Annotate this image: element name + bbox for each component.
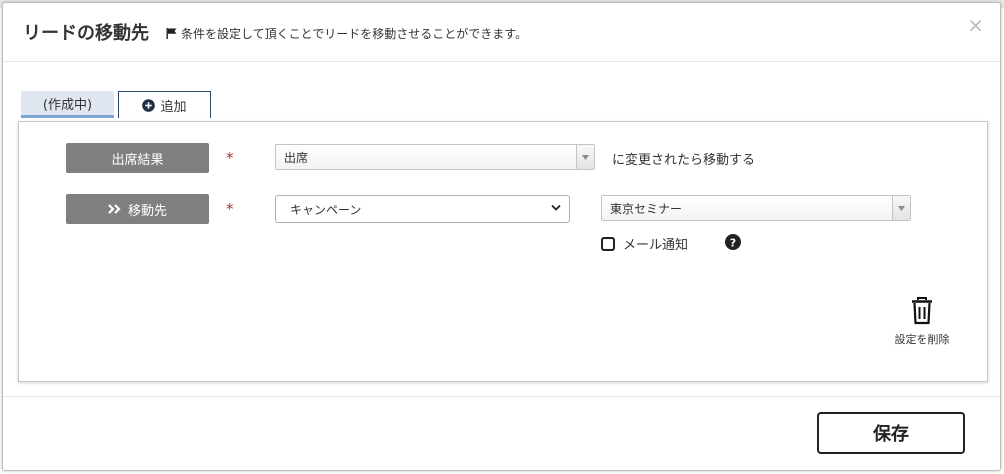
help-icon[interactable]: ? [725, 234, 741, 250]
lead-move-modal: リードの移動先 条件を設定して頂くことでリードを移動させることができます。 × … [2, 2, 1001, 471]
chevron-down-icon [551, 204, 561, 211]
attendance-select-arrow [576, 145, 594, 169]
destination-required-mark: * [226, 200, 234, 218]
tab-add[interactable]: 追加 [118, 91, 211, 118]
attendance-result-value: 出席 [284, 150, 309, 165]
mail-notify-row: メール通知 [601, 234, 688, 253]
target-select-arrow [892, 196, 910, 220]
double-chevron-right-icon [108, 204, 121, 214]
destination-label: 移動先 [66, 194, 209, 224]
modal-footer: 保存 [3, 396, 1000, 472]
trash-icon [912, 297, 932, 325]
flag-icon [166, 28, 177, 39]
close-button[interactable]: × [967, 15, 984, 35]
condition-label-text: 出席結果 [111, 152, 164, 168]
save-button[interactable]: 保存 [817, 412, 965, 454]
rule-panel: 出席結果 * 出席 に変更されたら移動する 移動先 * キャンペーン 東京セミナ… [18, 121, 988, 382]
destination-label-text: 移動先 [127, 203, 167, 219]
modal-header: リードの移動先 条件を設定して頂くことでリードを移動させることができます。 × [3, 3, 1000, 62]
triangle-down-icon [898, 205, 905, 211]
tab-draft[interactable]: (作成中) [21, 91, 114, 118]
modal-title: リードの移動先 [23, 23, 149, 44]
condition-required-mark: * [226, 149, 234, 167]
mail-notify-label: メール通知 [623, 238, 689, 253]
destination-type-value: キャンペーン [290, 202, 362, 217]
delete-setting-button[interactable]: 設定を削除 [887, 297, 957, 347]
destination-target-select[interactable]: 東京セミナー [601, 195, 911, 221]
modal-subtitle-text: 条件を設定して頂くことでリードを移動させることができます。 [181, 27, 528, 41]
destination-type-select[interactable]: キャンペーン [275, 195, 570, 223]
modal-subtitle: 条件を設定して頂くことでリードを移動させることができます。 [166, 25, 527, 42]
tab-bar: (作成中) 追加 [21, 91, 211, 118]
attendance-result-select[interactable]: 出席 [275, 144, 595, 170]
plus-circle-icon [142, 98, 156, 112]
destination-target-value: 東京セミナー [610, 201, 683, 216]
delete-setting-label: 設定を削除 [894, 333, 950, 346]
condition-suffix-text: に変更されたら移動する [612, 153, 756, 168]
tab-add-label: 追加 [160, 99, 187, 115]
triangle-down-icon [582, 154, 589, 160]
condition-label: 出席結果 [66, 143, 209, 173]
svg-text:?: ? [730, 236, 736, 249]
mail-notify-checkbox[interactable] [601, 236, 615, 251]
tab-draft-label: (作成中) [42, 97, 93, 113]
